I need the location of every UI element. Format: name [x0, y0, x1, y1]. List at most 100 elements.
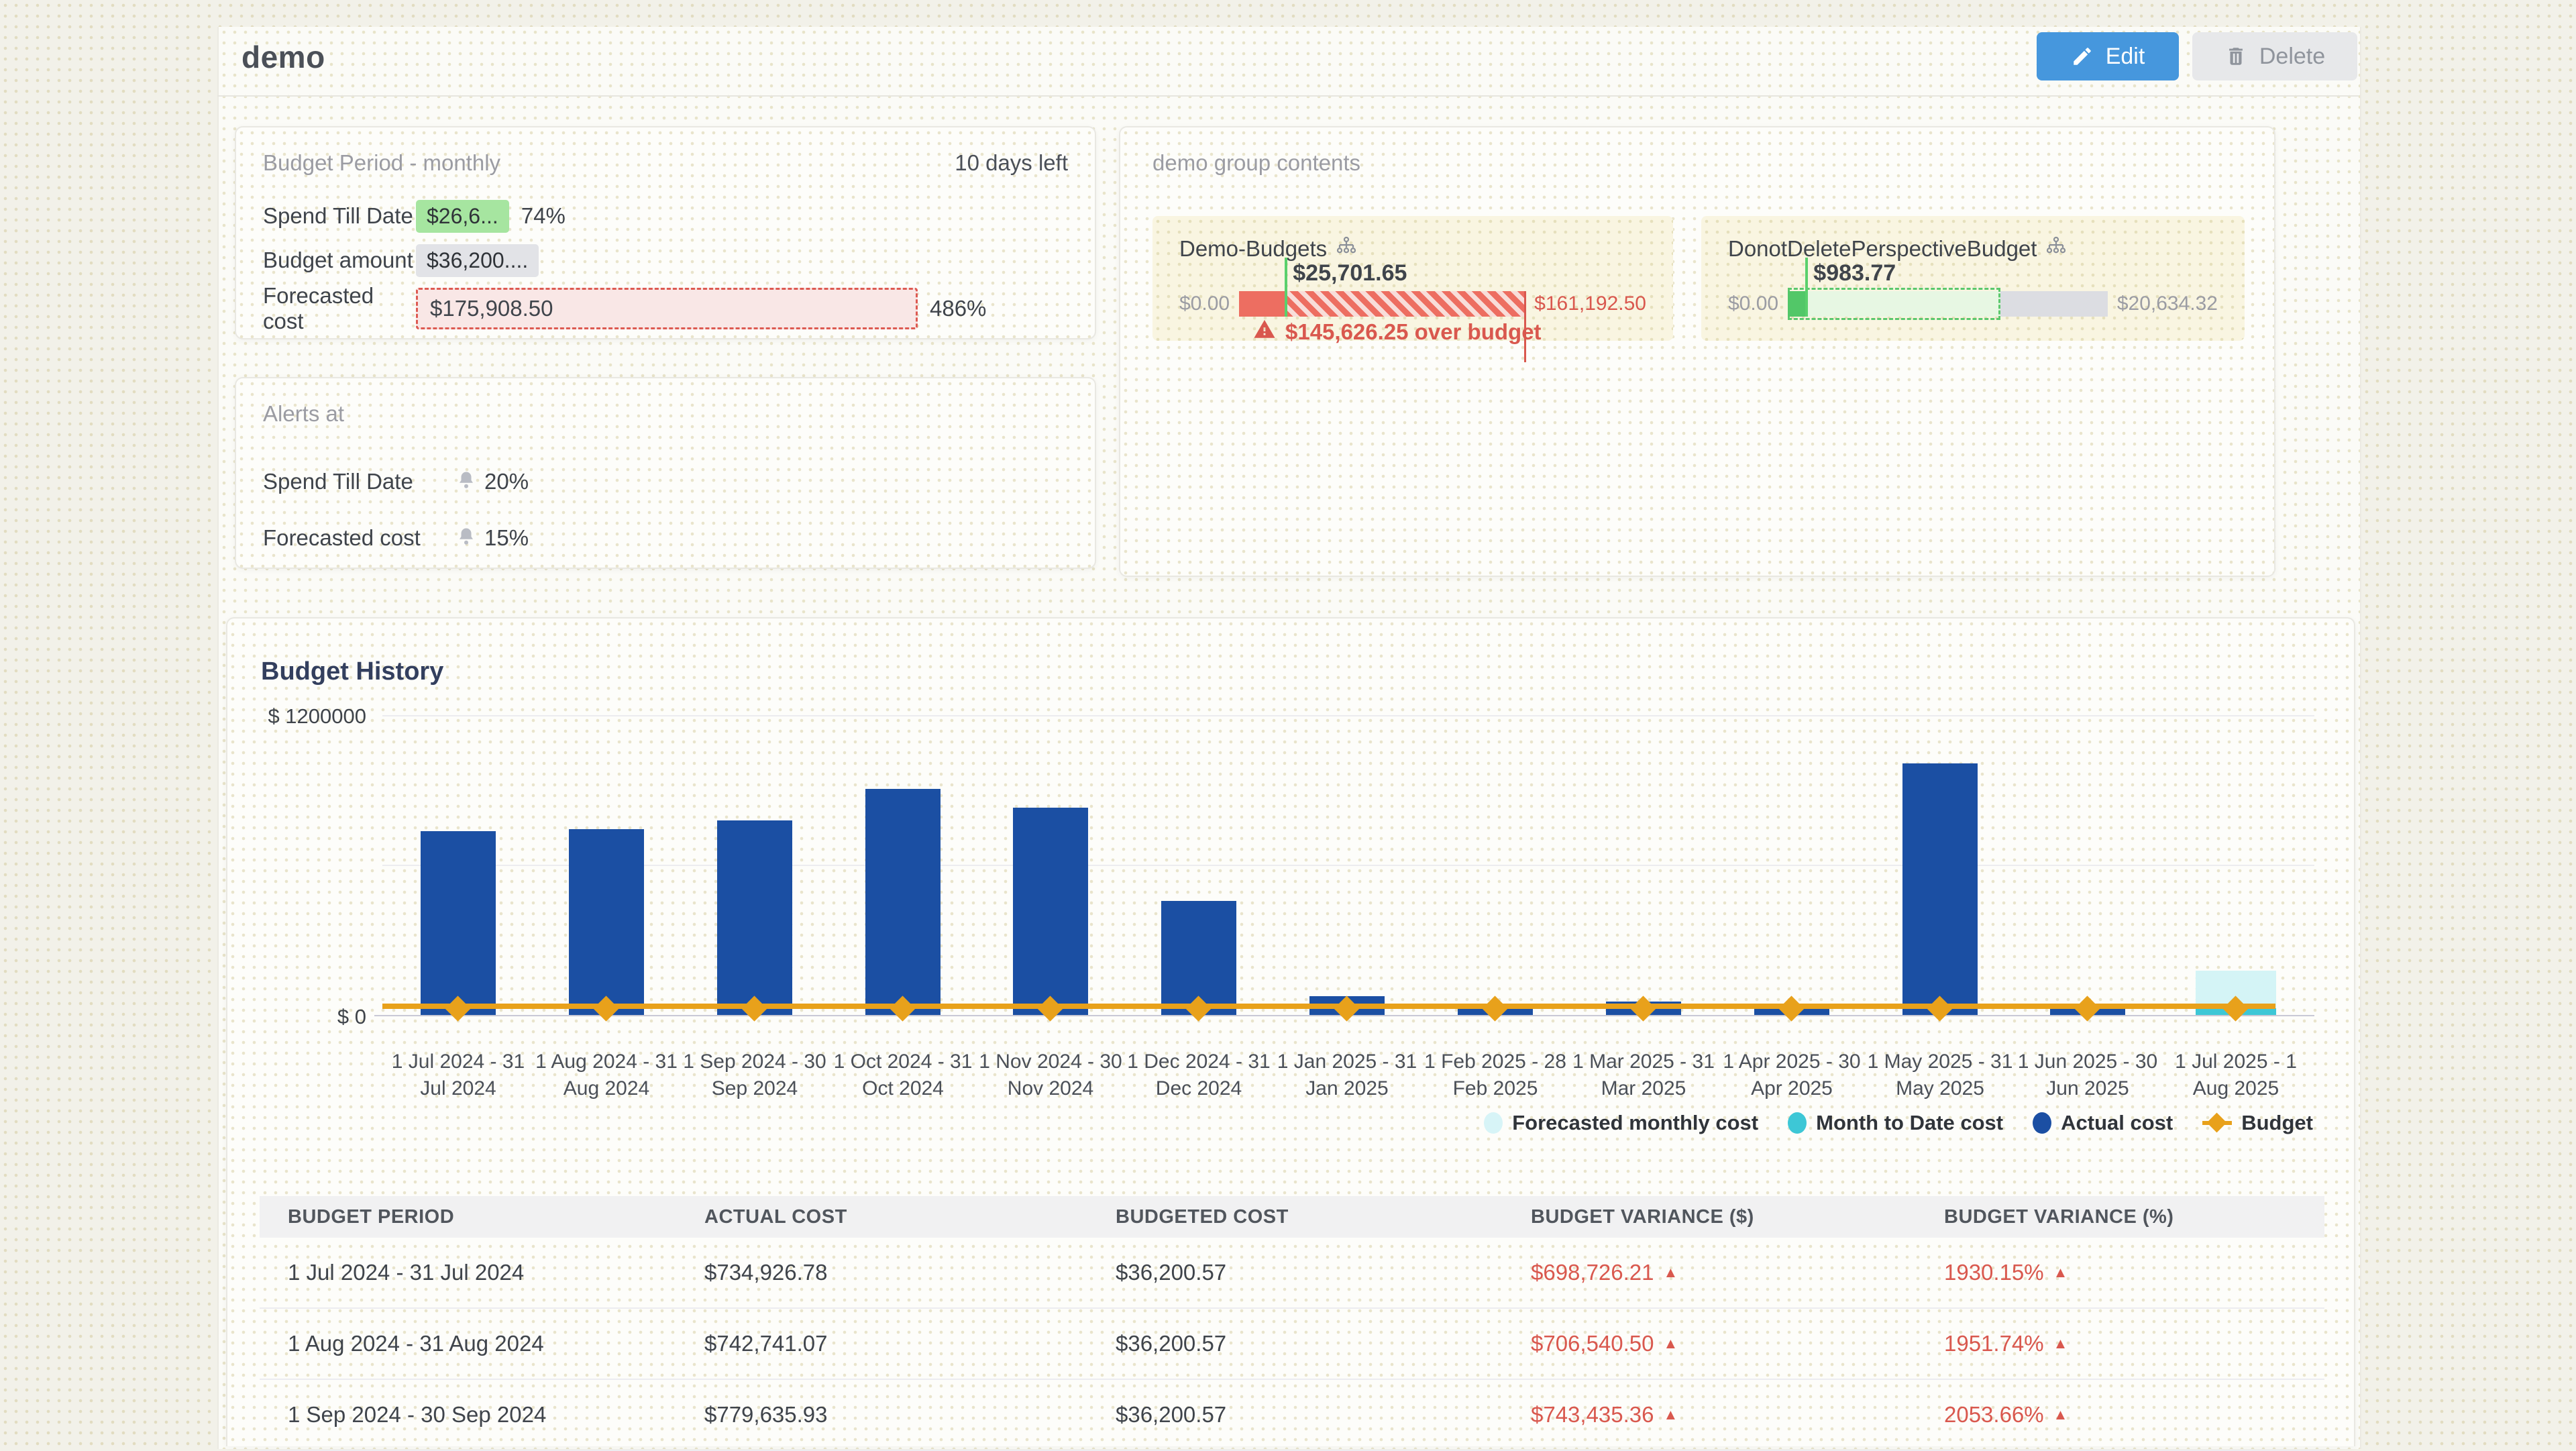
cell-variance-pct: 1930.15%▲	[1916, 1260, 2324, 1285]
budget-card-demo-budgets[interactable]: Demo-Budgets $0.00 $25,701.65 $161,192.5…	[1152, 216, 1673, 341]
legend-item-month-to-date[interactable]: Month to Date cost	[1788, 1111, 2003, 1135]
cell-period: 1 Jul 2024 - 31 Jul 2024	[260, 1260, 676, 1285]
trash-icon	[2224, 45, 2247, 68]
warning-triangle-icon	[1253, 318, 1276, 346]
table-header-row: BUDGET PERIOD ACTUAL COST BUDGETED COST …	[260, 1196, 2324, 1238]
edit-button[interactable]: Edit	[2037, 32, 2179, 80]
up-triangle-icon: ▲	[1664, 1335, 1678, 1352]
spend-till-date-value: $26,6...	[416, 200, 509, 233]
x-axis-label: 1 Jul 2025 - 1 Aug 2025	[2157, 1049, 2315, 1102]
table-row: 1 Jul 2024 - 31 Jul 2024 $734,926.78 $36…	[260, 1238, 2324, 1309]
edit-button-label: Edit	[2106, 44, 2145, 70]
budget-name: DonotDeletePerspectiveBudget	[1728, 236, 2037, 262]
range-max-label: $20,634.32	[2117, 292, 2218, 315]
col-budget-period: BUDGET PERIOD	[260, 1206, 676, 1228]
x-axis-label: 1 Dec 2024 - 31 Dec 2024	[1120, 1049, 1278, 1102]
page-header: demo Edit Delete	[217, 27, 2359, 97]
org-chart-icon	[2046, 236, 2066, 262]
up-triangle-icon: ▲	[2053, 1406, 2068, 1423]
x-axis-label: 1 Aug 2024 - 31 Aug 2024	[527, 1049, 686, 1102]
actual-cost-bar	[421, 831, 496, 1015]
budget-amount-row: Budget amount $36,200....	[263, 243, 1068, 278]
x-axis-label: 1 Jul 2024 - 31 Jul 2024	[379, 1049, 537, 1102]
budget-legend-icon	[2202, 1112, 2232, 1134]
forecasted-cost-legend-icon	[1484, 1112, 1503, 1134]
up-triangle-icon: ▲	[1664, 1264, 1678, 1281]
alert-forecast-value: 15%	[484, 525, 529, 551]
cell-variance-usd: $743,435.36▲	[1503, 1402, 1916, 1428]
forecasted-cost-row: Forecasted cost $175,908.50 486%	[263, 287, 1068, 330]
spend-segment	[1239, 291, 1285, 317]
forecasted-cost-percent: 486%	[930, 296, 986, 321]
cell-budgeted: $36,200.57	[1087, 1331, 1503, 1356]
cell-period: 1 Sep 2024 - 30 Sep 2024	[260, 1402, 676, 1428]
x-axis-label: 1 Jan 2025 - 31 Jan 2025	[1268, 1049, 1426, 1102]
alerts-title: Alerts at	[263, 401, 344, 426]
budget-progress-bar: $25,701.65	[1239, 291, 1525, 317]
over-budget-text: $145,626.25 over budget	[1285, 319, 1542, 345]
month-to-date-legend-icon	[1788, 1112, 1807, 1134]
pencil-icon	[2071, 45, 2094, 68]
cell-period: 1 Aug 2024 - 31 Aug 2024	[260, 1331, 676, 1356]
group-contents-title: demo group contents	[1152, 150, 1360, 175]
up-triangle-icon: ▲	[1664, 1406, 1678, 1423]
spend-segment	[1788, 291, 1805, 317]
cell-budgeted: $36,200.57	[1087, 1402, 1503, 1428]
alert-row: Forecasted cost 15%	[263, 521, 1068, 555]
cell-variance-pct: 2053.66%▲	[1916, 1402, 2324, 1428]
alert-forecast-label: Forecasted cost	[263, 525, 456, 551]
legend-item-actual[interactable]: Actual cost	[2033, 1111, 2173, 1135]
x-axis-label: 1 Mar 2025 - 31 Mar 2025	[1564, 1049, 1723, 1102]
actual-cost-bar	[569, 829, 644, 1015]
forecasted-cost-value-box: $175,908.50	[416, 288, 918, 329]
cell-actual: $779,635.93	[676, 1402, 1087, 1428]
group-contents-panel: demo group contents Demo-Budgets $0.00 $…	[1119, 126, 2275, 577]
x-axis-label: 1 Nov 2024 - 30 Nov 2024	[971, 1049, 1130, 1102]
org-chart-icon	[1336, 236, 1356, 262]
legend-item-budget[interactable]: Budget	[2202, 1111, 2313, 1135]
spend-marker-line	[1285, 258, 1287, 317]
x-axis-label: 1 Sep 2024 - 30 Sep 2024	[676, 1049, 834, 1102]
chart-legend: Forecasted monthly cost Month to Date co…	[1208, 1107, 2313, 1139]
cell-actual: $742,741.07	[676, 1331, 1087, 1356]
budget-card-donotdelete[interactable]: DonotDeletePerspectiveBudget $0.00 $983.…	[1701, 216, 2245, 341]
x-axis-label: 1 Apr 2025 - 30 Apr 2025	[1713, 1049, 1871, 1102]
spend-till-date-row: Spend Till Date $26,6... 74%	[263, 199, 1068, 233]
legend-item-forecasted[interactable]: Forecasted monthly cost	[1484, 1111, 1758, 1135]
cell-budgeted: $36,200.57	[1087, 1260, 1503, 1285]
alert-row: Spend Till Date 20%	[263, 464, 1068, 499]
col-budget-variance-usd: BUDGET VARIANCE ($)	[1503, 1206, 1916, 1228]
spend-marker-line	[1805, 258, 1808, 317]
col-actual-cost: ACTUAL COST	[676, 1206, 1087, 1228]
bell-icon	[456, 470, 476, 494]
bell-icon	[456, 527, 476, 550]
cell-variance-pct: 1951.74%▲	[1916, 1331, 2324, 1356]
range-min-label: $0.00	[1728, 292, 1778, 315]
actual-cost-bar	[1013, 808, 1088, 1015]
alert-spend-value: 20%	[484, 469, 529, 494]
days-left-label: 10 days left	[955, 150, 1068, 176]
delete-button[interactable]: Delete	[2192, 32, 2357, 80]
alerts-card: Alerts at Spend Till Date 20% Forecasted…	[235, 377, 1096, 569]
col-budgeted-cost: BUDGETED COST	[1087, 1206, 1503, 1228]
budget-history-chart: 1 Jul 2024 - 31 Jul 2024 1 Aug 2024 - 31…	[382, 715, 2314, 1015]
range-min-label: $0.00	[1179, 292, 1230, 315]
delete-button-label: Delete	[2259, 44, 2325, 70]
cell-variance-usd: $698,726.21▲	[1503, 1260, 1916, 1285]
spend-till-date-label: Spend Till Date	[263, 203, 416, 229]
actual-cost-legend-icon	[2033, 1112, 2051, 1134]
page-title: demo	[241, 39, 325, 75]
actual-cost-bar	[865, 789, 941, 1015]
spend-amount-label: $983.77	[1813, 260, 1896, 286]
forecasted-cost-label: Forecasted cost	[263, 283, 416, 334]
range-max-label: $161,192.50	[1534, 292, 1646, 315]
spend-amount-label: $25,701.65	[1293, 260, 1407, 286]
budget-amount-value: $36,200....	[416, 244, 539, 277]
budget-period-card: Budget Period - monthly 10 days left Spe…	[235, 126, 1096, 339]
budget-history-title: Budget History	[261, 657, 443, 686]
y-axis-zero-label: $ 0	[292, 1005, 366, 1029]
cell-actual: $734,926.78	[676, 1260, 1087, 1285]
col-budget-variance-pct: BUDGET VARIANCE (%)	[1916, 1206, 2324, 1228]
up-triangle-icon: ▲	[2053, 1264, 2068, 1281]
table-row: 1 Sep 2024 - 30 Sep 2024 $779,635.93 $36…	[260, 1380, 2324, 1451]
